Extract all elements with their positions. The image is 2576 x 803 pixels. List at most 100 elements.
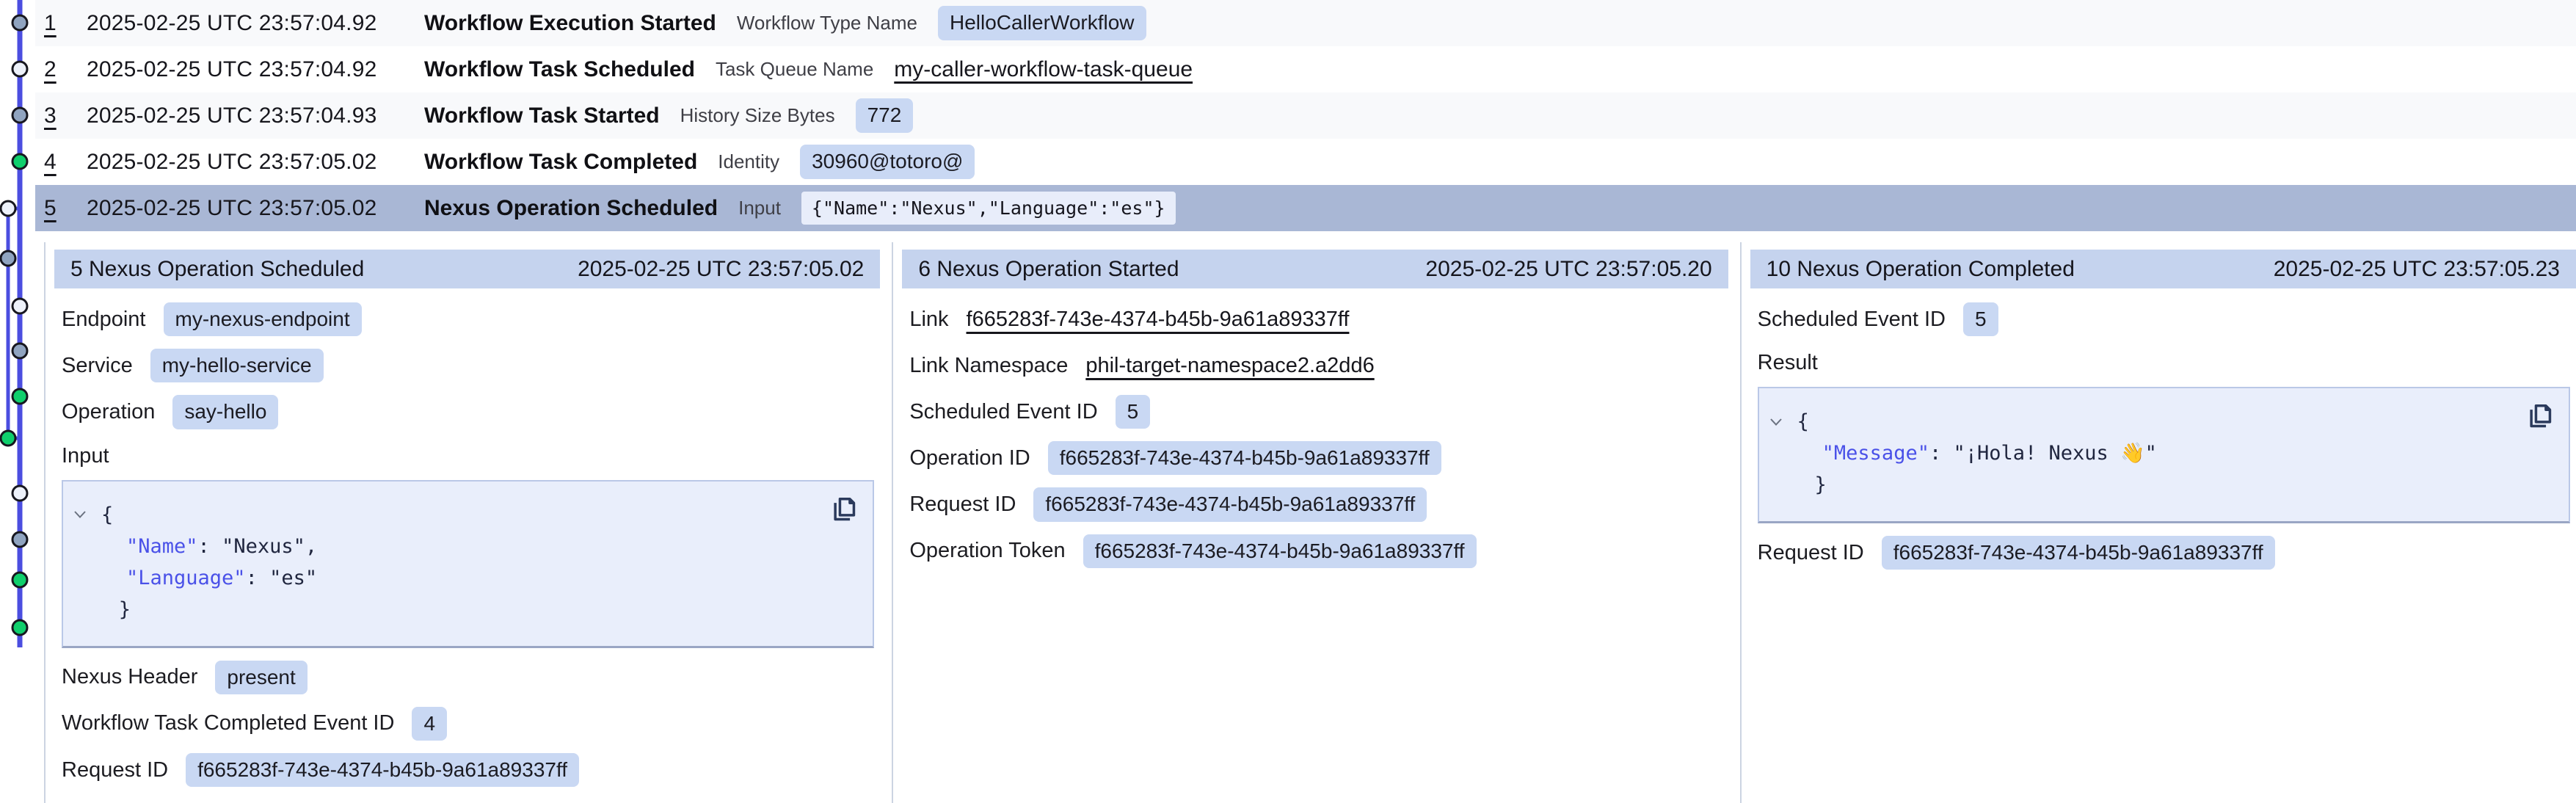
field-label: Scheduled Event ID bbox=[909, 400, 1097, 424]
field-label: Endpoint bbox=[62, 308, 146, 332]
field-label: Input bbox=[62, 444, 109, 468]
json-text: : bbox=[1929, 437, 1954, 469]
event-timestamp: 2025-02-25 UTC 23:57:04.92 bbox=[87, 57, 404, 82]
timeline-dot-3-gray[interactable] bbox=[12, 108, 27, 123]
field-request-id: Request IDf665283f-743e-4374-b45b-9a61a8… bbox=[1758, 536, 2570, 570]
timeline-dot-2-white[interactable] bbox=[12, 62, 27, 76]
timeline-dot-1-gray[interactable] bbox=[12, 15, 27, 30]
field-value-badge: f665283f-743e-4374-b45b-9a61a89337ff bbox=[186, 753, 579, 787]
json-text: : bbox=[198, 531, 222, 562]
json-viewer: {"Message": "¡Hola! Nexus 👋"} bbox=[1758, 387, 2570, 523]
event-name: Workflow Task Completed bbox=[424, 150, 697, 175]
field-label: Operation ID bbox=[909, 446, 1030, 470]
json-line: } bbox=[1769, 469, 2517, 501]
timeline-dot-7-white[interactable] bbox=[12, 299, 27, 313]
event-row-2[interactable]: 2 2025-02-25 UTC 23:57:04.92 Workflow Task… bbox=[35, 46, 2576, 92]
event-detail-panels: 5 Nexus Operation Scheduled2025-02-25 UT… bbox=[44, 242, 2576, 803]
field-label: Result bbox=[1758, 351, 1818, 375]
field-label: Operation Token bbox=[909, 539, 1065, 563]
chevron-down-icon[interactable] bbox=[73, 510, 101, 519]
event-attr-label: Identity bbox=[718, 150, 779, 173]
panel-timestamp: 2025-02-25 UTC 23:57:05.20 bbox=[1425, 257, 1711, 282]
event-attr-label: Input bbox=[738, 197, 781, 219]
json-line: "Message": "¡Hola! Nexus 👋" bbox=[1769, 437, 2517, 469]
field-value-badge: my-hello-service bbox=[150, 349, 324, 382]
event-id-link[interactable]: 4 bbox=[44, 150, 66, 175]
event-row-5[interactable]: 52025-02-25 UTC 23:57:05.02Nexus Operati… bbox=[35, 185, 2576, 231]
panel-timestamp: 2025-02-25 UTC 23:57:05.23 bbox=[2274, 257, 2560, 282]
event-attr-label: History Size Bytes bbox=[680, 104, 835, 127]
event-name: Workflow Task Scheduled bbox=[424, 57, 695, 82]
event-history-rows: 1 2025-02-25 UTC 23:57:04.92 Workflow Exec… bbox=[35, 0, 2576, 231]
field-label: Request ID bbox=[62, 758, 168, 782]
panel-title: 6 Nexus Operation Started bbox=[918, 257, 1179, 282]
field-label: Link Namespace bbox=[909, 354, 1068, 378]
timeline-dot-8-gray[interactable] bbox=[12, 344, 27, 358]
panel-event-5-nexus-operation-scheduled: 5 Nexus Operation Scheduled2025-02-25 UT… bbox=[44, 242, 892, 803]
field-label: Request ID bbox=[1758, 541, 1864, 565]
timeline-dot-4-green[interactable] bbox=[12, 154, 27, 169]
json-key: "Message" bbox=[1822, 437, 1929, 469]
field-value-badge: f665283f-743e-4374-b45b-9a61a89337ff bbox=[1033, 487, 1427, 521]
timeline-dot-11-white[interactable] bbox=[12, 486, 27, 501]
field-value-badge: 4 bbox=[412, 707, 447, 741]
event-id-link[interactable]: 5 bbox=[44, 196, 66, 221]
panel-header: 6 Nexus Operation Started 2025-02-25 UTC … bbox=[902, 250, 1728, 288]
event-row-1[interactable]: 1 2025-02-25 UTC 23:57:04.92 Workflow Exec… bbox=[35, 0, 2576, 46]
field-label: Workflow Task Completed Event ID bbox=[62, 711, 394, 735]
json-text: } bbox=[119, 594, 131, 625]
field-value-link[interactable]: f665283f-743e-4374-b45b-9a61a89337ff bbox=[967, 308, 1350, 332]
json-key: "Name" bbox=[126, 531, 198, 562]
field-value-badge: 5 bbox=[1963, 302, 1998, 336]
event-row-4[interactable]: 42025-02-25 UTC 23:57:05.02Workflow Task… bbox=[35, 139, 2576, 185]
event-name: Workflow Execution Started bbox=[424, 11, 716, 36]
field-workflow-task-completed-event-id: Workflow Task Completed Event ID 4 bbox=[62, 707, 874, 741]
timeline-dot-14-green[interactable] bbox=[12, 620, 27, 635]
panel-timestamp: 2025-02-25 UTC 23:57:05.02 bbox=[578, 257, 864, 282]
timeline-dot-9-green[interactable] bbox=[12, 389, 27, 404]
json-text: "es" bbox=[269, 562, 317, 594]
timeline-dot-10-green[interactable] bbox=[1, 431, 15, 446]
field-nexus-header: Nexus Headerpresent bbox=[62, 661, 874, 694]
copy-button[interactable] bbox=[2526, 400, 2557, 432]
event-attr-link[interactable]: my-caller-workflow-task-queue bbox=[894, 57, 1193, 82]
json-line: "Language": "es" bbox=[73, 562, 821, 594]
field-result: Result{"Message": "¡Hola! Nexus 👋"} bbox=[1758, 351, 2570, 523]
timeline-dot-13-green[interactable] bbox=[12, 573, 27, 587]
field-label: Scheduled Event ID bbox=[1758, 308, 1946, 332]
copy-button[interactable] bbox=[830, 493, 861, 526]
event-attr-badge: HelloCallerWorkflow bbox=[938, 6, 1146, 40]
field-value-link[interactable]: phil-target-namespace2.a2dd6 bbox=[1085, 354, 1374, 378]
field-request-id: Request ID f665283f-743e-4374-b45b-9a61a8… bbox=[909, 487, 1722, 521]
event-attr-badge: 30960@totoro@ bbox=[800, 145, 975, 178]
field-value-badge: my-nexus-endpoint bbox=[164, 302, 362, 336]
event-id-link[interactable]: 1 bbox=[44, 11, 66, 36]
json-text: { bbox=[101, 499, 113, 531]
field-endpoint-id: Endpoint ID3c0c75ccfa8144b092c13ce632463… bbox=[62, 799, 874, 803]
json-text: { bbox=[1797, 406, 1809, 437]
field-scheduled-event-id: Scheduled Event ID 5 bbox=[909, 395, 1722, 429]
field-label: Service bbox=[62, 354, 133, 378]
event-row-3[interactable]: 32025-02-25 UTC 23:57:04.93Workflow Task… bbox=[35, 92, 2576, 139]
json-text: : bbox=[246, 562, 270, 594]
field-label: Link bbox=[909, 308, 948, 332]
json-viewer: {"Name": "Nexus","Language": "es"} bbox=[62, 480, 874, 648]
event-id-link[interactable]: 3 bbox=[44, 103, 66, 128]
chevron-down-icon[interactable] bbox=[1769, 418, 1797, 426]
panel-event-10-nexus-operation-completed: 10 Nexus Operation Completed2025-02-25 U… bbox=[1740, 242, 2576, 803]
panel-body: Link f665283f-743e-4374-b45b-9a61a89337ff… bbox=[902, 288, 1728, 568]
event-attr-label: Task Queue Name bbox=[716, 58, 873, 81]
field-value-badge: 5 bbox=[1116, 395, 1151, 429]
json-text: "¡Hola! Nexus 👋" bbox=[1953, 437, 2156, 469]
field-label: Request ID bbox=[909, 493, 1016, 517]
panel-header: 10 Nexus Operation Completed2025-02-25 U… bbox=[1750, 250, 2576, 288]
json-key: "Language" bbox=[126, 562, 246, 594]
event-id-link[interactable]: 2 bbox=[44, 57, 66, 82]
field-service: Service my-hello-service bbox=[62, 349, 874, 382]
event-timestamp: 2025-02-25 UTC 23:57:04.92 bbox=[87, 11, 404, 36]
timeline-dot-6-gray[interactable] bbox=[1, 251, 15, 266]
timeline-dot-12-gray[interactable] bbox=[12, 532, 27, 547]
timeline-dot-5-white[interactable] bbox=[1, 201, 15, 216]
event-attr-json-chip: {"Name":"Nexus","Language":"es"} bbox=[801, 192, 1176, 225]
event-timestamp: 2025-02-25 UTC 23:57:05.02 bbox=[87, 196, 404, 221]
